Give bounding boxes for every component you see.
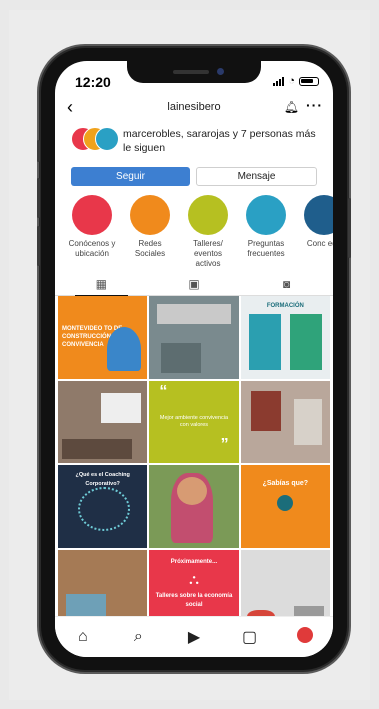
more-options-icon[interactable]: ··· (306, 97, 323, 113)
highlight-cover (72, 195, 112, 235)
highlight-cover (188, 195, 228, 235)
profile-icon[interactable] (290, 626, 320, 648)
status-icons: ◔ (273, 75, 319, 87)
post-tile[interactable]: “ Mejor ambiente convivencia con valores… (149, 380, 239, 463)
highlight-label: Conócenos y ubicación (68, 239, 116, 258)
post-text: Próximamente... (170, 558, 218, 565)
post-text: ¿Sabías que? (262, 480, 309, 487)
bottom-navigation: ⌂ ⌕ ▶︎ ▢ (55, 616, 333, 657)
highlight-item[interactable]: Conócenos y ubicación (67, 195, 117, 259)
search-icon[interactable]: ⌕ (123, 628, 153, 646)
highlight-item[interactable]: Conc equ (299, 195, 333, 249)
avatar (95, 127, 119, 151)
highlight-cover (246, 195, 286, 235)
signal-icon (273, 76, 285, 86)
post-card (248, 314, 281, 370)
avatar (297, 626, 314, 643)
phone-screen: 12:20 ◔ ‹ lainesibero 🔔︎ ··· marcerobles… (55, 61, 333, 657)
posts-grid: MONTEVIDEO TO DE CONSTRUCCIÓN DE CONVIVE… (58, 296, 330, 632)
highlight-item[interactable]: Redes Sociales (125, 195, 175, 259)
status-time: 12:20 (75, 74, 111, 90)
tab-tagged[interactable]: ◙ (240, 273, 333, 295)
post-photo (161, 342, 202, 373)
post-text: Talleres sobre la economía social (155, 593, 233, 609)
post-tile[interactable] (240, 380, 330, 463)
shop-icon[interactable]: ▢ (235, 627, 265, 647)
highlight-item[interactable]: Preguntas frecuentes (241, 195, 291, 259)
post-diagram (78, 487, 130, 531)
people-icon: ⛬ (189, 571, 199, 588)
volume-up-button (37, 178, 40, 218)
highlight-cover (130, 195, 170, 235)
quote-close-icon: ” (220, 436, 229, 453)
post-photo (294, 398, 322, 445)
highlight-label: Preguntas frecuentes (247, 239, 285, 258)
wifi-icon: ◔ (288, 75, 295, 87)
follow-button[interactable]: Seguir (71, 167, 190, 186)
post-tile[interactable]: ¿Sabías que? (240, 465, 330, 548)
highlight-label: Conc equ (306, 239, 333, 248)
post-text: FORMACIÓN (266, 303, 304, 309)
post-photo (157, 304, 231, 324)
bell-icon[interactable]: 🔔︎ (284, 100, 299, 114)
reels-icon: ▣ (188, 277, 200, 291)
highlight-label: Redes Sociales (134, 239, 166, 258)
quote-open-icon: “ (159, 382, 168, 400)
mute-switch (37, 140, 40, 162)
post-tile[interactable]: ¿Qué es el Coaching Corporativo? (58, 465, 148, 548)
post-tile[interactable] (149, 465, 239, 548)
post-tile[interactable]: MONTEVIDEO TO DE CONSTRUCCIÓN DE CONVIVE… (58, 296, 148, 379)
power-button (348, 198, 351, 258)
home-icon[interactable]: ⌂ (68, 628, 98, 646)
phone-device: 12:20 ◔ ‹ lainesibero 🔔︎ ··· marcerobles… (37, 48, 351, 670)
grid-icon: ▦ (95, 277, 107, 291)
post-photo (101, 392, 142, 423)
info-icon (277, 495, 294, 511)
profile-tabs: ▦ ▣ ◙ (55, 273, 333, 296)
followed-by-text: marcerobles, sararojas y 7 personas más … (123, 128, 316, 154)
notch (127, 61, 261, 83)
post-tile[interactable]: FORMACIÓN (240, 296, 330, 379)
post-illustration (107, 326, 142, 371)
tab-reels[interactable]: ▣ (148, 273, 241, 295)
message-button[interactable]: Mensaje (196, 167, 317, 186)
profile-header: ‹ lainesibero 🔔︎ ··· (55, 97, 333, 121)
story-highlights: Conócenos y ubicación Redes Sociales Tal… (67, 195, 333, 285)
profile-actions: Seguir Mensaje (71, 167, 317, 187)
follower-avatars (71, 127, 119, 151)
post-photo (62, 439, 132, 459)
post-tile[interactable] (58, 380, 148, 463)
post-photo (250, 390, 281, 431)
post-text: Mejor ambiente convivencia con valores (159, 414, 229, 428)
highlight-item[interactable]: Talleres/ eventos activos (183, 195, 233, 269)
reels-icon[interactable]: ▶︎ (179, 627, 209, 647)
highlight-label: Talleres/ eventos activos (193, 239, 223, 268)
highlight-cover (304, 195, 333, 235)
followed-by[interactable]: marcerobles, sararojas y 7 personas más … (71, 127, 321, 157)
post-tile[interactable] (149, 296, 239, 379)
volume-down-button (37, 226, 40, 266)
post-card (290, 314, 322, 370)
tagged-icon: ◙ (283, 277, 291, 291)
battery-icon (299, 76, 319, 86)
tab-grid[interactable]: ▦ (55, 273, 148, 296)
